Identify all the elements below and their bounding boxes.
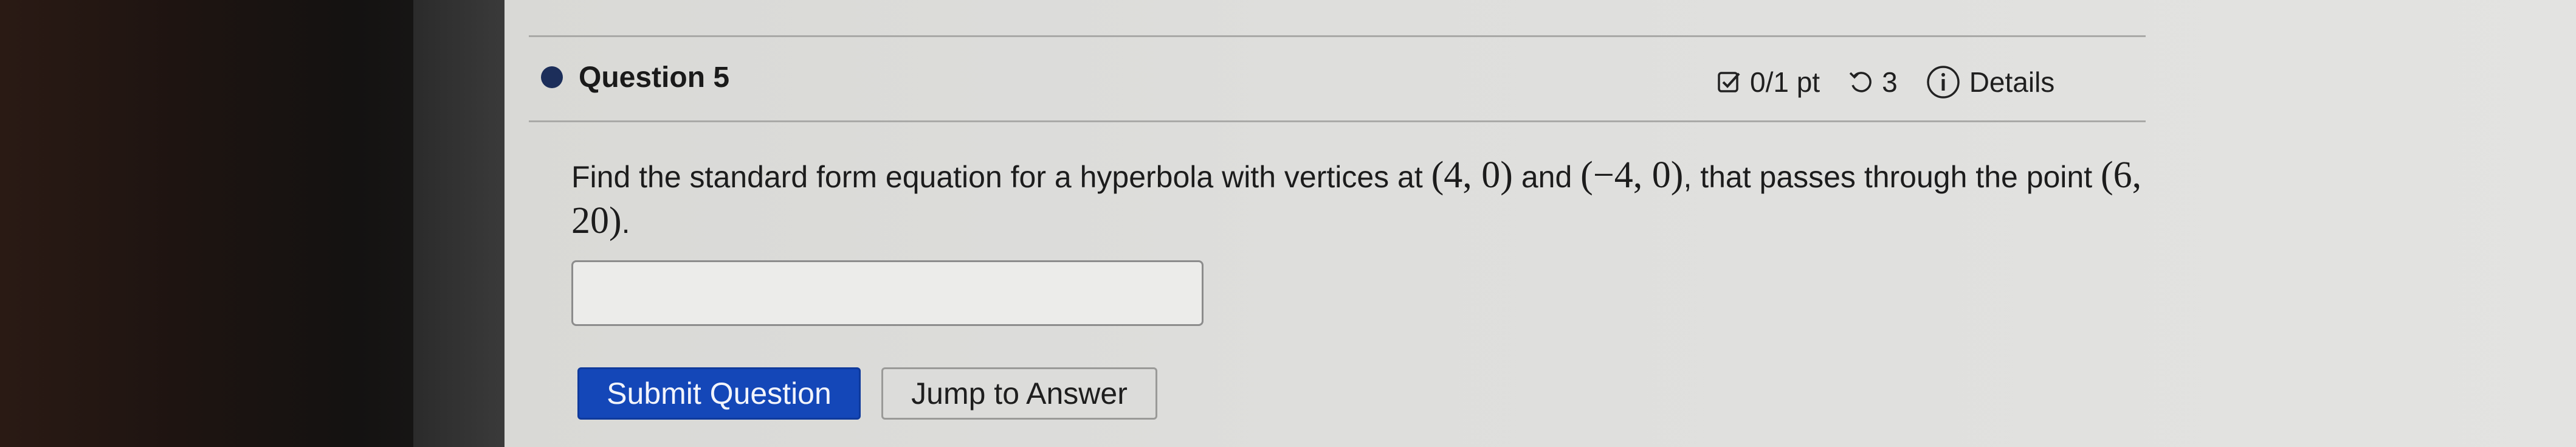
question-text-part1: Find the standard form equation for a hy… xyxy=(571,160,1431,194)
question-text: Find the standard form equation for a hy… xyxy=(571,153,2182,244)
question-text-end: . xyxy=(621,206,630,240)
bezel-edge xyxy=(413,0,505,447)
jump-to-answer-button[interactable]: Jump to Answer xyxy=(881,367,1157,420)
details-link[interactable]: Details xyxy=(1969,66,2055,99)
answer-input[interactable] xyxy=(571,260,1204,326)
question-meta: 0/1 pt 3 Details xyxy=(1717,61,2054,103)
score-text: 0/1 pt xyxy=(1750,66,1820,98)
checkbox-icon xyxy=(1717,70,1741,94)
question-header: Question 5 xyxy=(541,56,729,99)
monitor-bezel xyxy=(0,0,505,447)
question-title: Question 5 xyxy=(579,61,730,94)
vertex-2: (−4, 0) xyxy=(1580,154,1684,196)
question-status-dot xyxy=(541,66,563,88)
header-divider xyxy=(529,120,2146,122)
question-text-part2: , that passes through the point xyxy=(1683,160,2101,194)
submit-question-button[interactable]: Submit Question xyxy=(577,367,861,420)
question-text-and: and xyxy=(1512,160,1581,194)
retry-icon[interactable] xyxy=(1848,69,1873,95)
retries-count: 3 xyxy=(1882,66,1898,98)
question-panel: Question 5 0/1 pt 3 Details Find the sta… xyxy=(505,0,2576,447)
top-divider xyxy=(529,35,2146,37)
vertex-1: (4, 0) xyxy=(1431,154,1513,196)
info-icon[interactable] xyxy=(1926,64,1961,100)
